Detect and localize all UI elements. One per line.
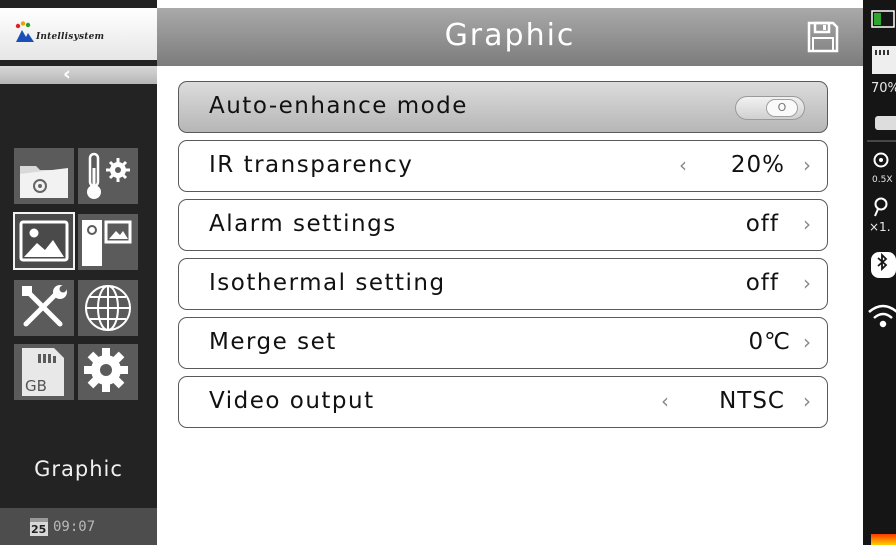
tools-icon (22, 285, 67, 327)
menu-tile-network[interactable] (78, 280, 138, 336)
bluetooth-icon (871, 252, 896, 278)
battery-icon (871, 10, 895, 28)
logo-text: Intellisystem (36, 32, 105, 42)
setting-label: IR transparency (209, 152, 414, 178)
decrease-chevron-icon[interactable]: ‹ (661, 389, 669, 413)
logo-icon (15, 21, 34, 42)
emissivity-icon (873, 152, 889, 168)
chevron-right-icon: › (803, 330, 811, 354)
setting-label: Alarm settings (209, 211, 397, 237)
clock-bar: 25 09:07 (0, 508, 157, 545)
toggle-icon (875, 116, 896, 130)
menu-tile-tools[interactable] (14, 280, 74, 336)
calendar-day: 25 (31, 523, 46, 536)
zoom-icon (874, 197, 888, 217)
sd-card-icon (872, 46, 896, 74)
setting-row-alarm[interactable]: Alarm settings off › (178, 199, 828, 251)
back-button[interactable]: ‹ (0, 63, 157, 85)
chevron-right-icon: › (803, 271, 811, 295)
increase-chevron-icon[interactable]: › (803, 153, 811, 177)
toggle-knob: O (766, 99, 798, 117)
menu-tile-storage[interactable]: GB (14, 344, 74, 400)
setting-value: off (745, 270, 779, 296)
decrease-chevron-icon[interactable]: ‹ (679, 153, 687, 177)
battery-percent: 70% (871, 81, 896, 96)
palette-icon (871, 534, 896, 545)
clock-time: 09:07 (53, 519, 96, 535)
globe-icon (85, 285, 131, 331)
setting-label: Isothermal setting (209, 270, 446, 296)
setting-value: off (745, 211, 779, 237)
picture-in-picture-icon (82, 220, 132, 266)
menu-tile-graphic[interactable] (13, 212, 75, 270)
setting-row-auto-enhance[interactable]: Auto-enhance mode O (178, 81, 828, 133)
setting-value: NTSC (719, 388, 785, 414)
menu-tile-picture-in-picture[interactable] (78, 214, 138, 270)
setting-label: Merge set (209, 329, 337, 355)
chevron-right-icon: › (803, 212, 811, 236)
gear-icon (84, 348, 128, 392)
setting-row-video-output[interactable]: Video output ‹ NTSC › (178, 376, 828, 428)
image-icon (19, 220, 69, 262)
status-strip: 70% 0.5X ×1. (863, 0, 896, 545)
auto-enhance-toggle[interactable]: O (735, 96, 805, 120)
thermometer-settings-icon (87, 152, 130, 199)
save-icon[interactable] (807, 21, 839, 53)
settings-list: Auto-enhance mode O IR transparency ‹ 20… (178, 81, 828, 435)
sd-card-label: GB (25, 377, 47, 395)
wifi-icon (868, 304, 896, 328)
setting-label: Auto-enhance mode (209, 93, 468, 119)
sidebar-title: Graphic (34, 457, 123, 481)
folder-settings-icon (20, 166, 68, 198)
increase-chevron-icon[interactable]: › (803, 389, 811, 413)
setting-value: 0℃ (748, 329, 791, 355)
menu-tile-settings[interactable] (78, 344, 138, 400)
emissivity-value: 0.5X (872, 175, 893, 185)
chevron-left-icon: ‹ (63, 63, 71, 85)
menu-tile-file-settings[interactable] (14, 148, 74, 204)
sidebar: Intellisystem ‹ GB Graphic 25 09:07 (0, 0, 157, 545)
setting-row-merge-set[interactable]: Merge set 0℃ › (178, 317, 828, 369)
setting-value: 20% (730, 152, 785, 178)
zoom-value: ×1. (869, 220, 891, 234)
setting-label: Video output (209, 388, 375, 414)
header-bar: Graphic (157, 8, 863, 66)
setting-row-isothermal[interactable]: Isothermal setting off › (178, 258, 828, 310)
page-title: Graphic (444, 18, 576, 53)
menu-tile-temperature-settings[interactable] (78, 148, 138, 204)
logo-bar: Intellisystem (0, 8, 157, 60)
setting-row-ir-transparency[interactable]: IR transparency ‹ 20% › (178, 140, 828, 192)
calendar-icon: 25 (30, 518, 48, 536)
sd-card-icon: GB (22, 348, 64, 396)
